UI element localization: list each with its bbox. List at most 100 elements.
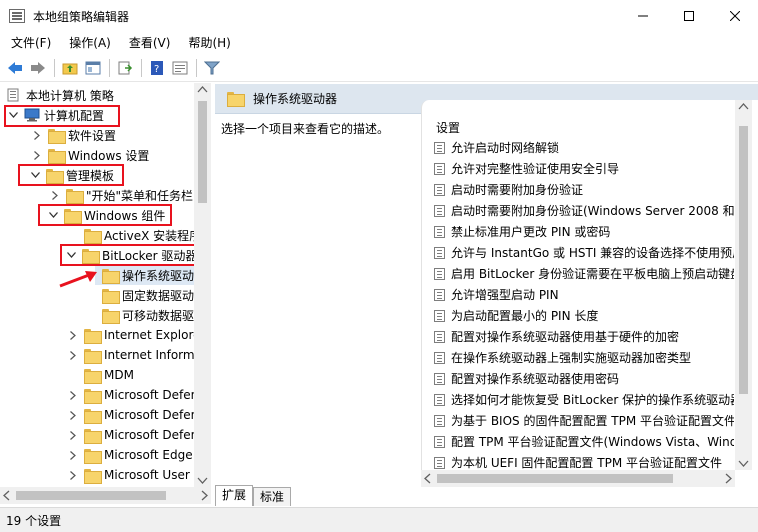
list-item[interactable]: 为启动配置最小的 PIN 长度 <box>434 305 598 326</box>
tab-standard[interactable]: 标准 <box>253 487 292 506</box>
tree-hscroll-thumb[interactable] <box>16 491 166 500</box>
forward-button[interactable] <box>27 57 49 79</box>
tree-node-software-settings[interactable]: 软件设置 <box>32 125 116 145</box>
back-arrow-icon <box>8 61 22 74</box>
list-item[interactable]: 启动时需要附加身份验证 <box>434 179 583 200</box>
tree-scroll-thumb[interactable] <box>198 101 207 203</box>
folder-icon <box>66 188 84 204</box>
show-hide-tree-button[interactable] <box>82 57 104 79</box>
setting-label: 选择如何才能恢复受 BitLocker 保护的操作系统驱动器 <box>451 393 734 407</box>
tree-node-fixed-drives[interactable]: 固定数据驱动器 <box>102 285 206 305</box>
list-item[interactable]: 允许与 InstantGo 或 HSTI 兼容的设备选择不使用预启动 PIN <box>434 242 734 263</box>
settings-horizontal-scrollbar[interactable] <box>421 470 735 487</box>
settings-hscroll-thumb[interactable] <box>437 474 673 483</box>
tree-node-local-policy[interactable]: 本地计算机 策略 <box>6 85 114 105</box>
menu-action[interactable]: 操作(A) <box>62 32 118 54</box>
up-one-level-button[interactable] <box>59 57 81 79</box>
chevron-right-icon[interactable] <box>68 390 78 400</box>
list-item[interactable]: 配置对操作系统驱动器使用密码 <box>434 368 619 389</box>
maximize-button[interactable] <box>666 0 712 32</box>
list-item[interactable]: 为基于 BIOS 的固件配置配置 TPM 平台验证配置文件 <box>434 410 734 431</box>
toolbar-separator <box>196 58 197 77</box>
tree-vertical-scrollbar[interactable] <box>194 83 211 487</box>
folder-icon <box>227 92 245 107</box>
setting-label: 禁止标准用户更改 PIN 或密码 <box>451 225 611 239</box>
tree-node-label: 软件设置 <box>68 128 117 143</box>
chevron-right-icon[interactable] <box>32 150 42 160</box>
folder-icon <box>84 368 102 384</box>
setting-label: 启动时需要附加身份验证(Windows Server 2008 和 Window… <box>451 204 734 218</box>
chevron-right-icon[interactable] <box>68 470 78 480</box>
setting-label: 启用 BitLocker 身份验证需要在平板电脑上预启动键盘输入 <box>451 267 734 281</box>
tab-extended[interactable]: 扩展 <box>215 485 254 506</box>
view-tabs: 扩展 标准 <box>215 485 292 506</box>
setting-label: 配置对操作系统驱动器使用基于硬件的加密 <box>451 330 680 344</box>
properties-button[interactable] <box>169 57 191 79</box>
tree-node-internet-explorer[interactable]: Internet Explorer <box>68 325 205 345</box>
folder-icon <box>84 448 102 464</box>
tree-node-user-experience-virtualization[interactable]: Microsoft User Experience Virtualization <box>68 465 210 485</box>
setting-icon <box>434 435 445 448</box>
chevron-right-icon[interactable] <box>68 350 78 360</box>
tree-node-iis[interactable]: Internet Information Services <box>68 345 210 365</box>
list-item[interactable]: 允许增强型启动 PIN <box>434 284 559 305</box>
tree-node-microsoft-edge[interactable]: Microsoft Edge <box>68 445 193 465</box>
help-button[interactable]: ? <box>146 57 168 79</box>
chevron-right-icon[interactable] <box>68 450 78 460</box>
properties-icon <box>172 61 188 74</box>
list-item[interactable]: 为本机 UEFI 固件配置配置 TPM 平台验证配置文件 <box>434 452 722 470</box>
settings-scroll-thumb[interactable] <box>739 126 748 394</box>
status-bar: 19 个设置 <box>0 507 758 532</box>
minimize-button[interactable] <box>620 0 666 32</box>
folder-icon <box>48 148 66 164</box>
back-button[interactable] <box>4 57 26 79</box>
minimize-icon <box>638 15 648 17</box>
list-item[interactable]: 配置 TPM 平台验证配置文件(Windows Vista、Windows Se… <box>434 431 734 452</box>
tree-node-defender-app-guard[interactable]: Microsoft Defender Application Guard <box>68 405 210 425</box>
chevron-right-icon[interactable] <box>68 410 78 420</box>
menu-bar: 文件(F) 操作(A) 查看(V) 帮助(H) <box>0 32 758 54</box>
folder-icon <box>84 348 102 364</box>
tree-node-start-menu-taskbar[interactable]: "开始"菜单和任务栏 <box>50 185 193 205</box>
list-item[interactable]: 禁止标准用户更改 PIN 或密码 <box>434 221 610 242</box>
list-item[interactable]: 配置对操作系统驱动器使用基于硬件的加密 <box>434 326 679 347</box>
tree-node-mdm[interactable]: MDM <box>84 365 134 385</box>
export-list-button[interactable] <box>114 57 136 79</box>
setting-icon <box>434 288 445 301</box>
tree-node-defender-exploit-guard[interactable]: Microsoft Defender Exploit Guard <box>68 425 210 445</box>
list-item[interactable]: 选择如何才能恢复受 BitLocker 保护的操作系统驱动器 <box>434 389 734 410</box>
list-item[interactable]: 允许对完整性验证使用安全引导 <box>434 158 619 179</box>
list-item[interactable]: 启用 BitLocker 身份验证需要在平板电脑上预启动键盘输入 <box>434 263 734 284</box>
setting-label: 启动时需要附加身份验证 <box>451 183 584 197</box>
scroll-up-icon <box>197 86 208 93</box>
tree-node-windows-settings[interactable]: Windows 设置 <box>32 145 149 165</box>
close-button[interactable] <box>712 0 758 32</box>
toolbar-separator <box>141 58 142 77</box>
tree-horizontal-scrollbar[interactable] <box>0 487 211 504</box>
list-item[interactable]: 启动时需要附加身份验证(Windows Server 2008 和 Window… <box>434 200 734 221</box>
setting-label: 允许与 InstantGo 或 HSTI 兼容的设备选择不使用预启动 PIN <box>451 246 734 260</box>
filter-button[interactable] <box>201 57 223 79</box>
setting-icon <box>434 141 445 154</box>
chevron-right-icon[interactable] <box>68 330 78 340</box>
toolbar: ? <box>0 54 758 82</box>
menu-view[interactable]: 查看(V) <box>122 32 178 54</box>
computer-policy-icon <box>7 88 19 102</box>
menu-file[interactable]: 文件(F) <box>4 32 58 54</box>
tree-node-defender-antivirus[interactable]: Microsoft Defender Antivirus <box>68 385 210 405</box>
chevron-right-icon[interactable] <box>50 190 60 200</box>
setting-label: 在操作系统驱动器上强制实施驱动器加密类型 <box>451 351 692 365</box>
menu-help[interactable]: 帮助(H) <box>181 32 237 54</box>
setting-icon <box>434 204 445 217</box>
annotation-arrow-icon <box>59 271 97 288</box>
list-item[interactable]: 在操作系统驱动器上强制实施驱动器加密类型 <box>434 347 691 368</box>
chevron-right-icon[interactable] <box>32 130 42 140</box>
folder-icon <box>84 468 102 484</box>
list-item[interactable]: 允许启动时网络解锁 <box>434 137 559 158</box>
folder-icon <box>102 288 120 304</box>
chevron-right-icon[interactable] <box>68 430 78 440</box>
settings-vertical-scrollbar[interactable] <box>735 100 752 470</box>
setting-icon <box>434 456 445 469</box>
tree-node-activex-installer[interactable]: ActiveX 安装程序服务 <box>84 225 210 245</box>
tree-node-os-drives[interactable]: 操作系统驱动器 <box>102 265 206 285</box>
